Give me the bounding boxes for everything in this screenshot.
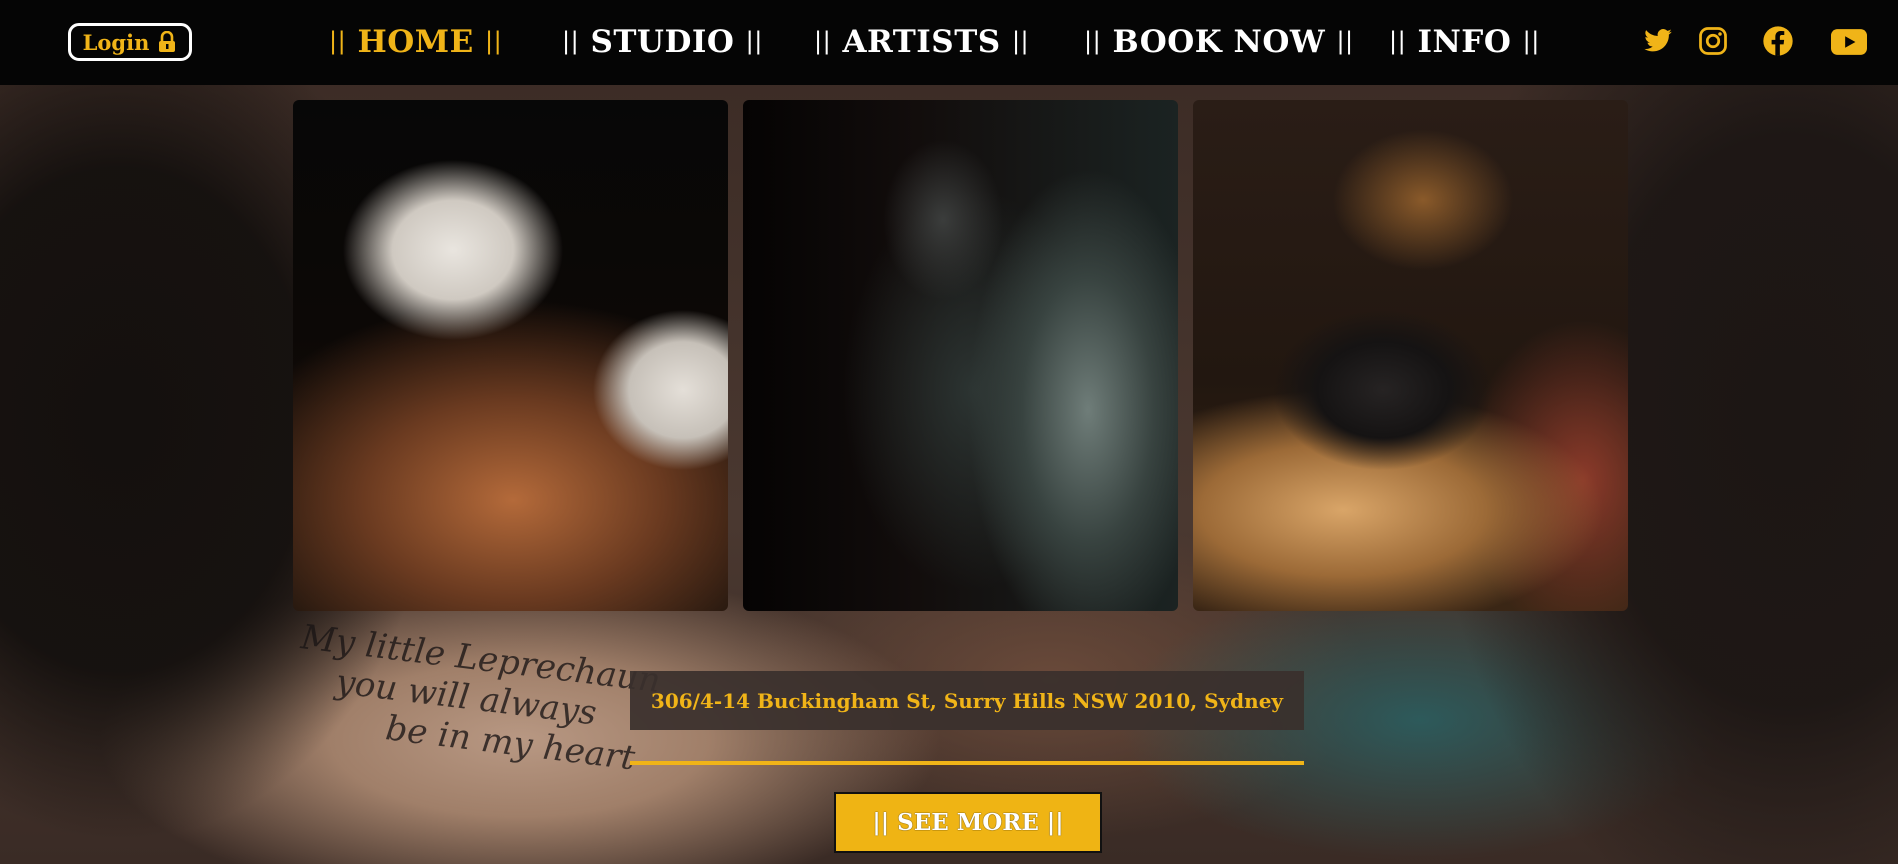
nav-separator: || <box>1011 27 1030 55</box>
nav-separator: || <box>1336 27 1354 55</box>
header-bar: Login || HOME || || STUDIO || || ARTISTS… <box>0 0 1898 85</box>
nav-separator: || <box>1522 27 1540 55</box>
nav-separator: || <box>485 27 503 55</box>
twitter-icon[interactable] <box>1642 26 1674 56</box>
address-box: 306/4-14 Buckingham St, Surry Hills NSW … <box>630 671 1304 730</box>
facebook-icon[interactable] <box>1762 25 1794 57</box>
nav-studio[interactable]: || STUDIO || <box>562 24 763 60</box>
lock-icon <box>159 31 176 52</box>
see-more-button[interactable]: || SEE MORE || <box>834 792 1102 853</box>
tattoo-leg-work-photo <box>1193 100 1628 611</box>
nav-info-label: INFO <box>1417 24 1512 60</box>
nav-separator: || <box>329 27 347 55</box>
nav-separator: || <box>1389 27 1407 55</box>
instagram-icon[interactable] <box>1698 26 1728 56</box>
nav-separator: || <box>1084 27 1102 55</box>
nav-artists[interactable]: || ARTISTS || <box>814 24 1029 60</box>
login-label: Login <box>82 29 150 55</box>
tattoo-artist-studio-photo <box>743 100 1178 611</box>
nav-book-now[interactable]: || BOOK NOW || <box>1084 24 1354 60</box>
nav-book-now-label: BOOK NOW <box>1112 24 1326 60</box>
login-button[interactable]: Login <box>68 23 192 61</box>
nav-home-label: HOME <box>357 24 474 60</box>
nav-artists-label: ARTISTS <box>842 24 1001 60</box>
nav-separator: || <box>814 27 832 55</box>
tattoo-arm-sleeve-photo <box>293 100 728 611</box>
youtube-icon[interactable] <box>1831 28 1867 56</box>
nav-info[interactable]: || INFO || <box>1389 24 1540 60</box>
nav-separator: || <box>745 27 763 55</box>
see-more-label: || SEE MORE || <box>872 809 1064 836</box>
nav-home[interactable]: || HOME || <box>329 24 502 60</box>
nav-studio-label: STUDIO <box>590 24 735 60</box>
address-underline <box>630 761 1304 765</box>
address-text: 306/4-14 Buckingham St, Surry Hills NSW … <box>650 688 1284 713</box>
nav-separator: || <box>562 27 580 55</box>
